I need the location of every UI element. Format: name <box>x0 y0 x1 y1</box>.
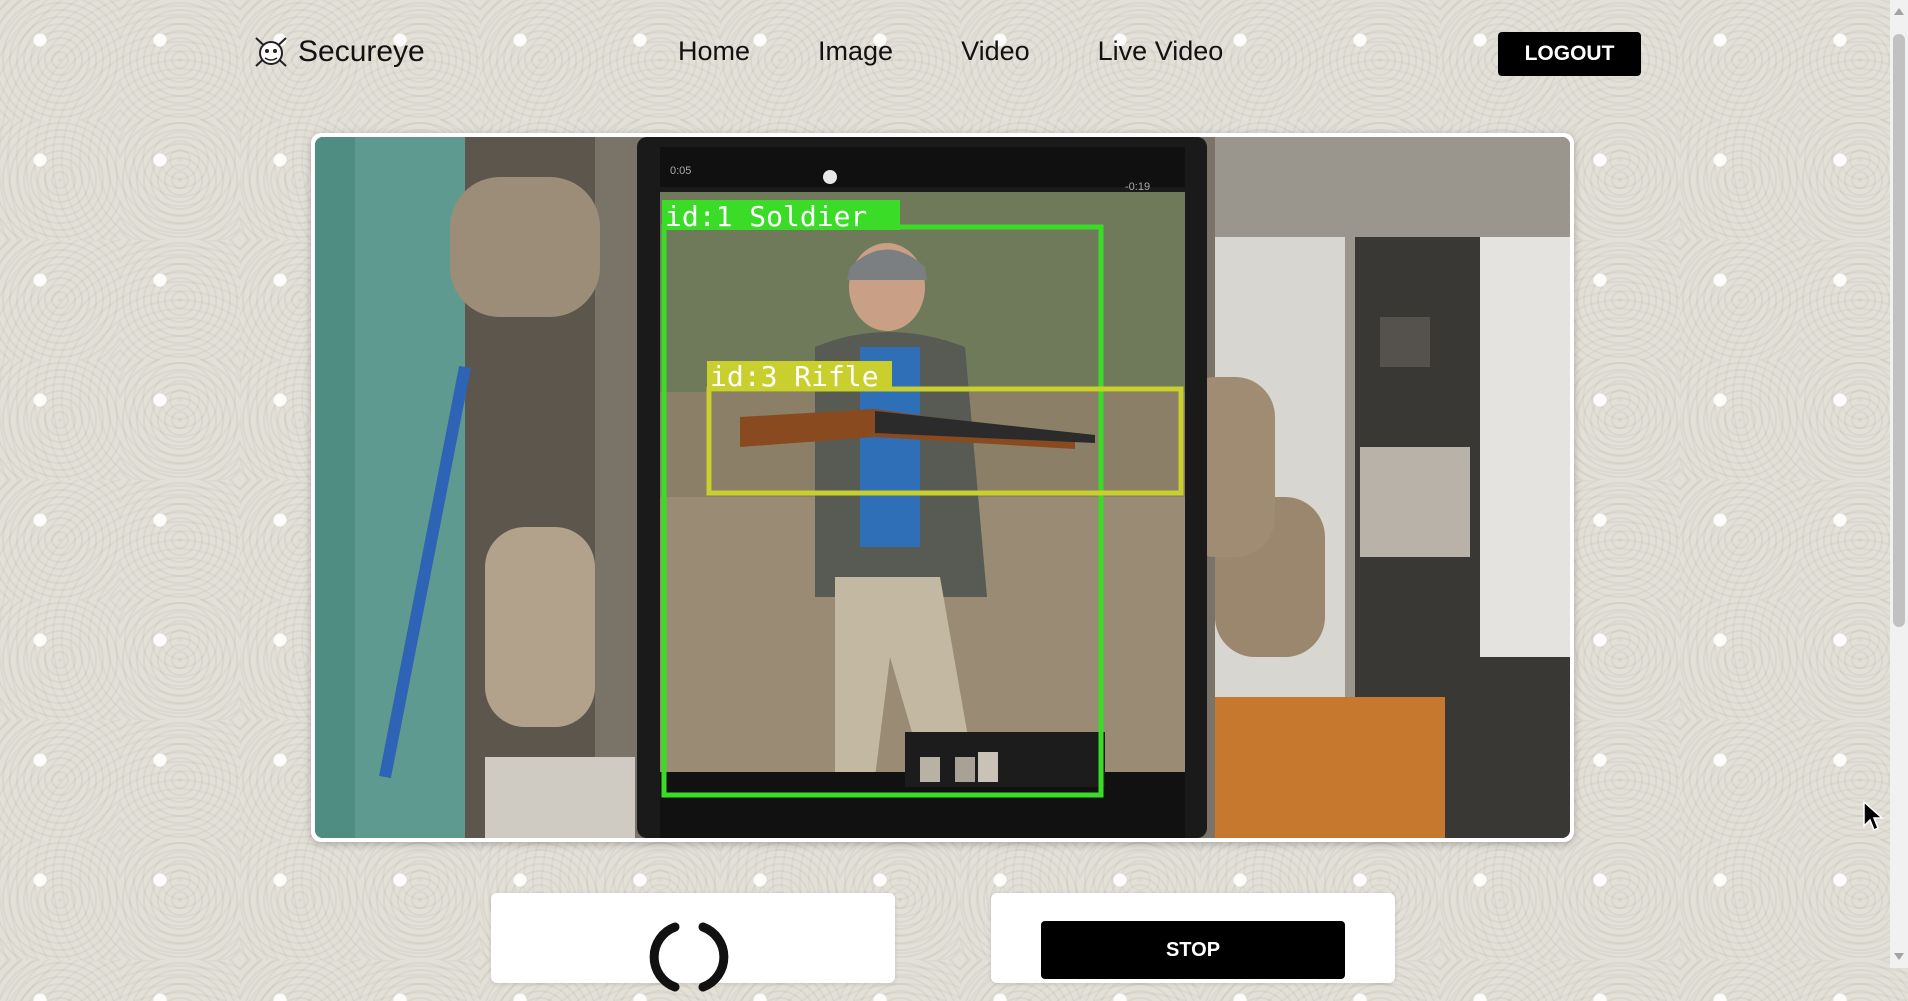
scroll-up-arrow-icon[interactable] <box>1894 8 1904 15</box>
camera-frame-image: 0:05 -0:19 id:1 Soldier id:3 Rifle <box>315 137 1570 838</box>
loading-spinner-icon <box>649 922 729 992</box>
controls-card: STOP <box>991 893 1395 983</box>
status-card <box>491 893 895 992</box>
live-video-card: 0:05 -0:19 id:1 Soldier id:3 Rifle <box>311 133 1574 842</box>
mouse-pointer-icon <box>1863 800 1884 832</box>
scrollbar-thumb[interactable] <box>1893 34 1905 627</box>
brand-name: Secureye <box>298 35 425 68</box>
main-menu: Home Image Video Live Video <box>678 36 1291 67</box>
live-video-feed: 0:05 -0:19 id:1 Soldier id:3 Rifle <box>315 137 1570 838</box>
svg-text:0:05: 0:05 <box>670 165 691 177</box>
brand[interactable]: Secureye <box>252 32 425 72</box>
detection-label-rifle: id:3 Rifle <box>710 360 879 393</box>
nav-home[interactable]: Home <box>678 36 750 67</box>
top-navbar: Secureye Home Image Video Live Video LOG… <box>0 0 1890 110</box>
nav-image[interactable]: Image <box>818 36 893 67</box>
vertical-scrollbar[interactable] <box>1890 0 1908 968</box>
nav-video[interactable]: Video <box>961 36 1030 67</box>
scroll-down-arrow-icon[interactable] <box>1894 953 1904 960</box>
logo-eye-icon <box>255 37 287 67</box>
stop-button[interactable]: STOP <box>1041 921 1345 979</box>
logout-button[interactable]: LOGOUT <box>1498 32 1641 76</box>
nav-live-video[interactable]: Live Video <box>1098 36 1224 67</box>
svg-text:-0:19: -0:19 <box>1125 181 1150 193</box>
detection-label-soldier: id:1 Soldier <box>665 200 867 233</box>
